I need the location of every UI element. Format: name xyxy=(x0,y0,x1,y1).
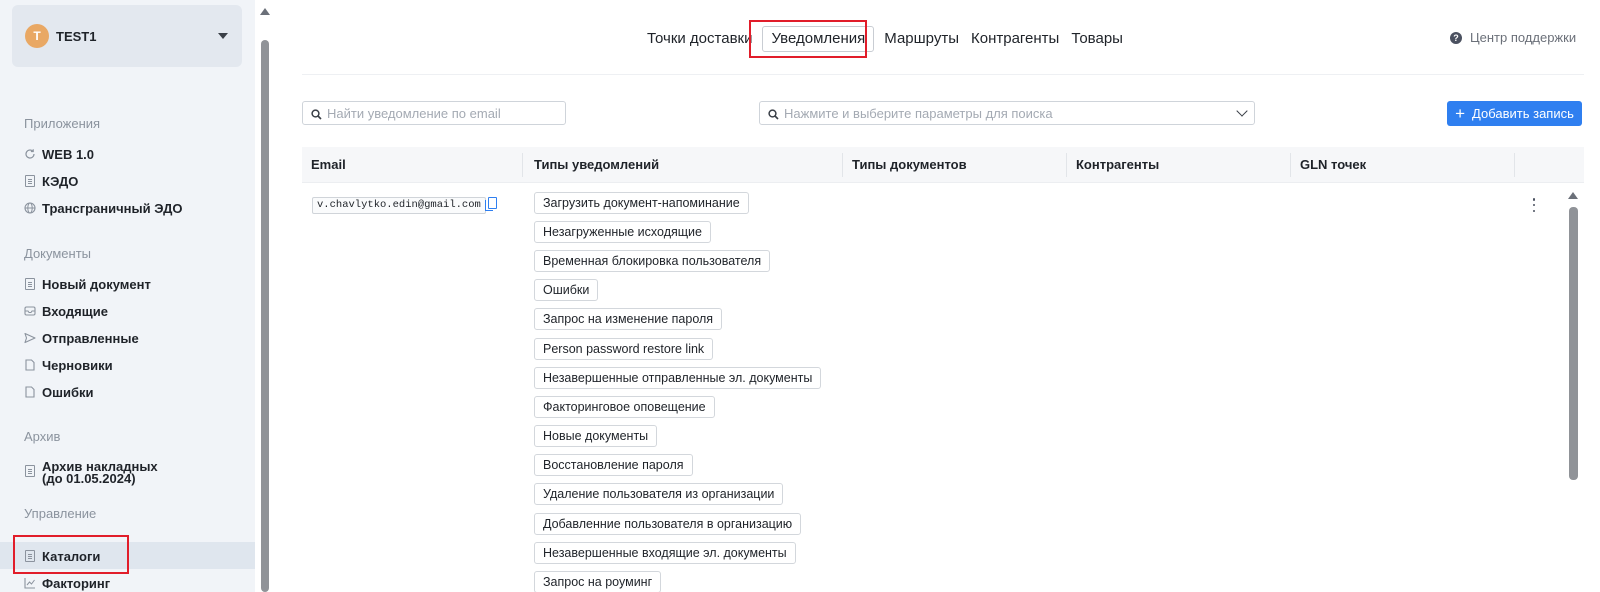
organization-switcher[interactable]: T TEST1 xyxy=(12,5,242,67)
email-search-input[interactable] xyxy=(327,105,557,121)
support-center-label: Центр поддержки xyxy=(1470,30,1577,45)
sidebar-item-web[interactable]: WEB 1.0 xyxy=(24,144,94,164)
refresh-icon xyxy=(24,148,36,160)
sidebar-item-kedo[interactable]: КЭДО xyxy=(24,171,78,191)
error-document-icon xyxy=(24,386,36,398)
column-divider[interactable] xyxy=(1066,153,1067,177)
sidebar-item-inbox[interactable]: Входящие xyxy=(24,301,108,321)
params-search-input[interactable] xyxy=(784,105,1232,121)
sidebar-item-label: Входящие xyxy=(42,303,108,319)
notification-type-tag: Новые документы xyxy=(534,425,658,447)
tab-products[interactable]: Товары xyxy=(1065,26,1129,52)
notification-type-tag: Запрос на роуминг xyxy=(534,571,662,592)
send-icon xyxy=(24,332,36,344)
row-actions-more-icon[interactable] xyxy=(1532,198,1536,212)
search-icon xyxy=(311,108,322,120)
help-icon: ? xyxy=(1450,31,1462,44)
section-title-apps: Приложения xyxy=(24,116,101,131)
column-divider[interactable] xyxy=(522,153,523,177)
section-title-documents: Документы xyxy=(24,246,92,261)
chevron-down-icon[interactable] xyxy=(1236,105,1248,117)
sidebar-item-label: КЭДО xyxy=(42,173,79,189)
notification-type-tag: Person password restore link xyxy=(534,338,714,360)
column-divider[interactable] xyxy=(842,153,843,177)
scroll-up-arrow-icon[interactable] xyxy=(260,8,270,15)
column-header-gln: GLN точек xyxy=(1300,157,1367,172)
page-scrollbar-thumb[interactable] xyxy=(261,40,269,592)
sidebar-item-label: WEB 1.0 xyxy=(42,146,95,162)
search-icon xyxy=(768,108,779,120)
globe-icon xyxy=(24,202,36,214)
notification-type-tag: Добавленние пользователя в организацию xyxy=(534,513,802,535)
catalog-tabs: Точки доставки Уведомления Маршруты Конт… xyxy=(641,26,1129,52)
archive-icon xyxy=(24,465,36,477)
add-record-button[interactable]: + Добавить запись xyxy=(1447,101,1582,126)
notification-type-tag: Запрос на изменение пароля xyxy=(534,308,723,330)
sidebar-item-archive-invoices[interactable]: Архив накладных (до 01.05.2024) xyxy=(24,460,158,491)
sidebar-item-label: Ошибки xyxy=(42,384,94,400)
notification-type-tag: Незагруженные исходящие xyxy=(534,221,711,243)
caret-down-icon xyxy=(218,33,228,39)
tab-routes[interactable]: Маршруты xyxy=(878,26,965,52)
column-header-notification-types: Типы уведомлений xyxy=(534,157,660,172)
column-header-document-types: Типы документов xyxy=(852,157,967,172)
draft-icon xyxy=(24,359,36,371)
sidebar-item-factoring[interactable]: Факторинг xyxy=(24,573,110,592)
organization-name: TEST1 xyxy=(56,28,97,44)
tab-counterparties[interactable]: Контрагенты xyxy=(965,26,1065,52)
catalog-icon xyxy=(24,550,36,562)
document-icon xyxy=(24,175,36,187)
column-divider[interactable] xyxy=(1290,153,1291,177)
sidebar-item-label: Каталоги xyxy=(42,548,101,564)
notification-type-tag: Ошибки xyxy=(534,279,599,301)
sidebar-item-crossborder-edo[interactable]: Трансграничный ЭДО xyxy=(24,198,183,218)
support-center-link[interactable]: ? Центр поддержки xyxy=(1450,30,1576,45)
notification-type-tag: Временная блокировка пользователя xyxy=(534,250,771,272)
divider xyxy=(302,74,1584,75)
notification-type-tag: Удаление пользователя из организации xyxy=(534,483,784,505)
table-scroll-up-arrow-icon[interactable] xyxy=(1568,192,1578,199)
notification-type-tag: Восстановление пароля xyxy=(534,454,693,476)
notification-type-tag: Факторинговое оповещение xyxy=(534,396,715,418)
column-divider[interactable] xyxy=(1514,153,1515,177)
copy-icon[interactable] xyxy=(485,197,497,211)
sidebar-item-label: Отправленные xyxy=(42,330,139,346)
section-title-archive: Архив xyxy=(24,429,61,444)
section-title-management: Управление xyxy=(24,506,97,521)
sidebar-item-sublabel: (до 01.05.2024) xyxy=(42,471,136,486)
plus-icon: + xyxy=(1455,104,1466,123)
sidebar-item-sent[interactable]: Отправленные xyxy=(24,328,139,348)
inbox-icon xyxy=(24,305,36,317)
new-document-icon xyxy=(24,278,36,290)
notification-type-tag: Незавершенные отправленные эл. документы xyxy=(534,367,822,389)
chart-icon xyxy=(24,577,36,589)
email-search-box[interactable] xyxy=(302,101,566,125)
notification-type-tag: Загрузить документ-напоминание xyxy=(534,192,749,214)
sidebar-item-label: Новый документ xyxy=(42,276,151,292)
sidebar-item-new-document[interactable]: Новый документ xyxy=(24,274,151,294)
sidebar-item-label: Черновики xyxy=(42,357,113,373)
sidebar-item-label: Трансграничный ЭДО xyxy=(42,200,183,216)
table-scrollbar-thumb[interactable] xyxy=(1569,207,1578,480)
sidebar: T TEST1 Приложения WEB 1.0 КЭДО Трансгра… xyxy=(0,0,255,592)
sidebar-item-label: Факторинг xyxy=(42,575,111,591)
column-header-counterparties: Контрагенты xyxy=(1076,157,1160,172)
tab-delivery-points[interactable]: Точки доставки xyxy=(641,26,758,52)
table-header: Email Типы уведомлений Типы документов К… xyxy=(302,147,1584,183)
sidebar-item-catalogs[interactable]: Каталоги xyxy=(24,546,100,566)
tab-notifications[interactable]: Уведомления xyxy=(762,26,875,52)
column-header-email: Email xyxy=(311,157,346,172)
params-search-box[interactable] xyxy=(759,101,1255,125)
email-value: v.chavlytko.edin@gmail.com xyxy=(312,197,486,214)
avatar: T xyxy=(25,24,49,48)
sidebar-item-errors[interactable]: Ошибки xyxy=(24,382,93,402)
sidebar-item-drafts[interactable]: Черновики xyxy=(24,355,113,375)
notification-type-tag: Незавершенные входящие эл. документы xyxy=(534,542,796,564)
add-record-label: Добавить запись xyxy=(1472,106,1574,121)
